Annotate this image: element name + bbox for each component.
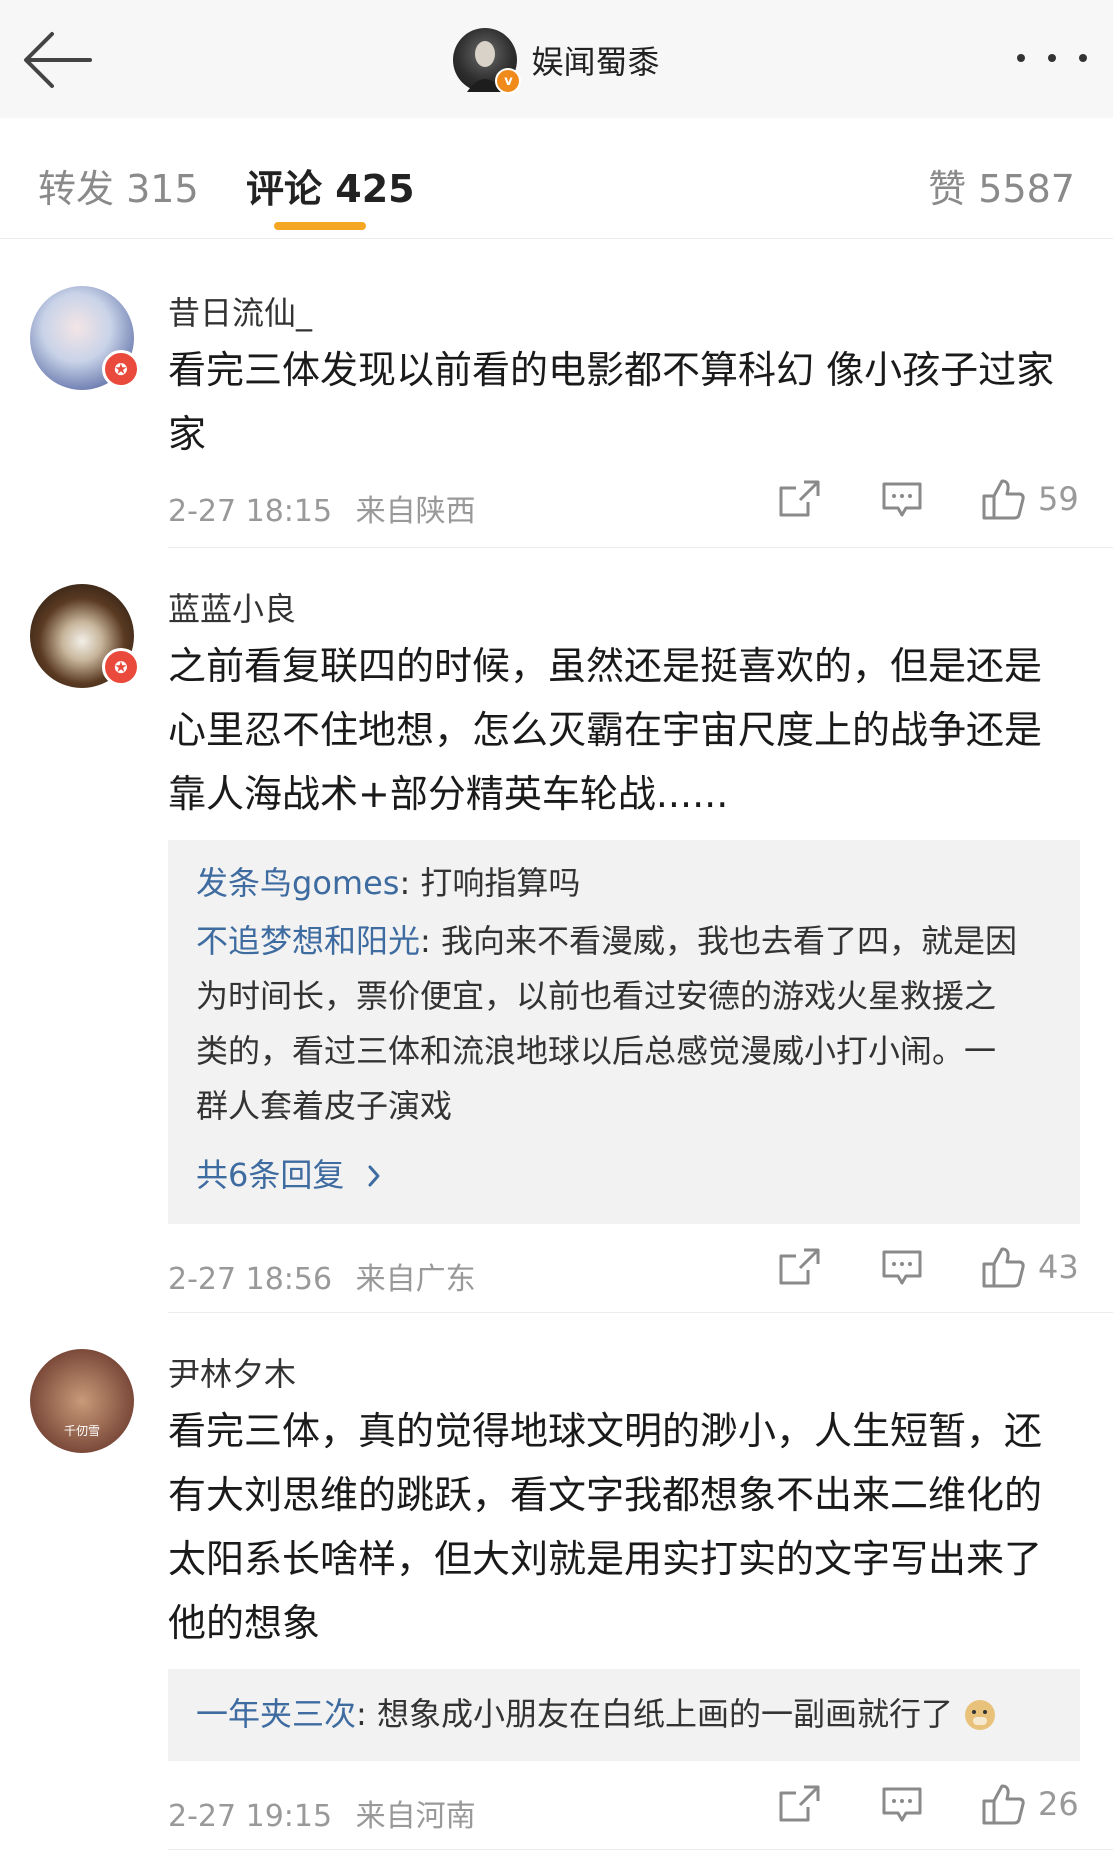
reply-username[interactable]: 一年夹三次: [196, 1695, 356, 1733]
comment-text-line: 看完三体发现以前看的电影都不算科幻 像小孩子过家: [168, 348, 1055, 392]
reply-username[interactable]: 不追梦想和阳光: [196, 922, 420, 960]
comment-text-line: 靠人海战术+部分精英车轮战......: [168, 772, 729, 816]
comment-meta: 2-27 18:15 来自陕西: [168, 486, 476, 530]
comment-text: 看完三体，真的觉得地球文明的渺小，人生短暂，还 有大刘思维的跳跃，看文字我都想象…: [168, 1399, 1073, 1655]
reply-text: 我向来不看漫威，我也去看了四，就是因: [440, 922, 1017, 960]
tab-comment-count: 425: [335, 167, 415, 211]
comment-username[interactable]: 蓝蓝小良: [168, 584, 296, 630]
comment-icon[interactable]: [882, 1250, 922, 1286]
tab-repost-label: 转发: [38, 167, 115, 211]
header-user[interactable]: v 娱闻蜀黍: [0, 24, 1113, 96]
comment-divider: [168, 1849, 1113, 1850]
tab-comment[interactable]: 评论 425: [246, 158, 415, 213]
like-button[interactable]: 43: [982, 1246, 1079, 1288]
reply-box: 一年夹三次: 想象成小朋友在白纸上画的一副画就行了: [168, 1669, 1080, 1761]
comment-time: 2-27 19:15: [168, 1799, 333, 1834]
vip-badge-icon: ✪: [102, 648, 140, 686]
comment-username[interactable]: 尹林夕木: [168, 1349, 296, 1395]
reply-item[interactable]: 一年夹三次: 想象成小朋友在白纸上画的一副画就行了: [196, 1687, 1056, 1742]
avatar-caption: 千仞雪: [63, 1424, 100, 1438]
like-count: 43: [1038, 1248, 1079, 1286]
reply-separator: :: [420, 922, 441, 960]
more-options-icon[interactable]: [1017, 46, 1087, 70]
comment-meta: 2-27 19:15 来自河南: [168, 1791, 476, 1835]
reply-username[interactable]: 发条鸟gomes: [196, 864, 399, 902]
tab-repost-count: 315: [126, 167, 199, 211]
reply-text: 打响指算吗: [420, 864, 581, 902]
comment-text-line: 他的想象: [168, 1601, 321, 1645]
avatar[interactable]: ✪: [30, 286, 140, 390]
reply-item[interactable]: 不追梦想和阳光: 我向来不看漫威，我也去看了四，就是因 为时间长，票价便宜，以前…: [196, 914, 1056, 1134]
reply-separator: :: [399, 864, 421, 902]
tab-repost[interactable]: 转发 315: [38, 158, 199, 213]
share-icon[interactable]: [778, 480, 820, 518]
comment-text-line: 太阳系长啥样，但大刘就是用实打实的文字写出来了: [168, 1537, 1043, 1581]
comment-item: ✪ 蓝蓝小良 之前看复联四的时候，虽然还是挺喜欢的，但是还是 心里忍不住地想，怎…: [0, 548, 1113, 1313]
avatar[interactable]: ✪: [30, 584, 140, 688]
tab-like-count: 5587: [978, 167, 1075, 211]
thumb-up-icon: [982, 1784, 1025, 1825]
comment-time: 2-27 18:15: [168, 494, 333, 529]
like-count: 59: [1038, 480, 1079, 518]
reply-text: 群人套着皮子演戏: [196, 1087, 453, 1125]
verified-badge-icon: v: [495, 68, 522, 94]
comment-username[interactable]: 昔日流仙_: [168, 288, 312, 334]
comment-location: 来自陕西: [355, 494, 476, 529]
share-icon[interactable]: [778, 1785, 820, 1823]
active-tab-indicator: [274, 222, 366, 230]
page-title: 娱闻蜀黍: [531, 43, 660, 81]
reply-text: 类的，看过三体和流浪地球以后总感觉漫威小打小闹。一: [196, 1032, 997, 1070]
comment-item: 千仞雪 尹林夕木 看完三体，真的觉得地球文明的渺小，人生短暂，还 有大刘思维的跳…: [0, 1313, 1113, 1863]
comment-icon[interactable]: [882, 1787, 922, 1823]
comment-item: ✪ 昔日流仙_ 看完三体发现以前看的电影都不算科幻 像小孩子过家 家 2-27 …: [0, 238, 1113, 548]
reply-separator: :: [356, 1695, 377, 1733]
tab-like-label: 赞: [928, 167, 967, 211]
reply-item[interactable]: 发条鸟gomes: 打响指算吗: [196, 856, 1056, 911]
comment-text-line: 看完三体，真的觉得地球文明的渺小，人生短暂，还: [168, 1409, 1043, 1453]
chevron-right-icon: [368, 1165, 380, 1187]
tab-bar: 转发 315 评论 425 赞 5587: [0, 118, 1113, 239]
comment-icon[interactable]: [882, 482, 922, 518]
more-replies-label: 共6条回复: [196, 1156, 345, 1194]
comment-meta: 2-27 18:56 来自广东: [168, 1254, 476, 1298]
comment-time: 2-27 18:56: [168, 1262, 333, 1297]
comment-text: 之前看复联四的时候，虽然还是挺喜欢的，但是还是 心里忍不住地想，怎么灭霸在宇宙尺…: [168, 634, 1073, 826]
tab-like[interactable]: 赞 5587: [928, 158, 1075, 213]
like-button[interactable]: 59: [982, 478, 1079, 520]
reply-box: 发条鸟gomes: 打响指算吗 不追梦想和阳光: 我向来不看漫威，我也去看了四，…: [168, 840, 1080, 1224]
avatar[interactable]: v: [453, 28, 522, 94]
avatar[interactable]: 千仞雪: [30, 1349, 134, 1453]
comment-text: 看完三体发现以前看的电影都不算科幻 像小孩子过家 家: [168, 338, 1073, 466]
thumb-up-icon: [982, 479, 1025, 520]
comment-location: 来自广东: [355, 1262, 476, 1297]
reply-text: 为时间长，票价便宜，以前也看过安德的游戏火星救援之: [196, 977, 997, 1015]
like-button[interactable]: 26: [982, 1783, 1079, 1825]
comment-text-line: 有大刘思维的跳跃，看文字我都想象不出来二维化的: [168, 1473, 1043, 1517]
top-bar: v 娱闻蜀黍: [0, 0, 1113, 119]
thumb-up-icon: [982, 1247, 1025, 1288]
tab-comment-label: 评论: [246, 167, 323, 211]
comment-text-line: 家: [168, 412, 207, 456]
more-replies-link[interactable]: 共6条回复: [196, 1150, 383, 1196]
doge-emoji-icon: [965, 1700, 996, 1730]
vip-badge-icon: ✪: [102, 350, 140, 388]
like-count: 26: [1038, 1785, 1079, 1823]
share-icon[interactable]: [778, 1248, 820, 1286]
comment-text-line: 之前看复联四的时候，虽然还是挺喜欢的，但是还是: [168, 644, 1043, 688]
reply-text: 想象成小朋友在白纸上画的一副画就行了: [376, 1695, 953, 1733]
comment-location: 来自河南: [355, 1799, 476, 1834]
comment-text-line: 心里忍不住地想，怎么灭霸在宇宙尺度上的战争还是: [168, 708, 1043, 752]
